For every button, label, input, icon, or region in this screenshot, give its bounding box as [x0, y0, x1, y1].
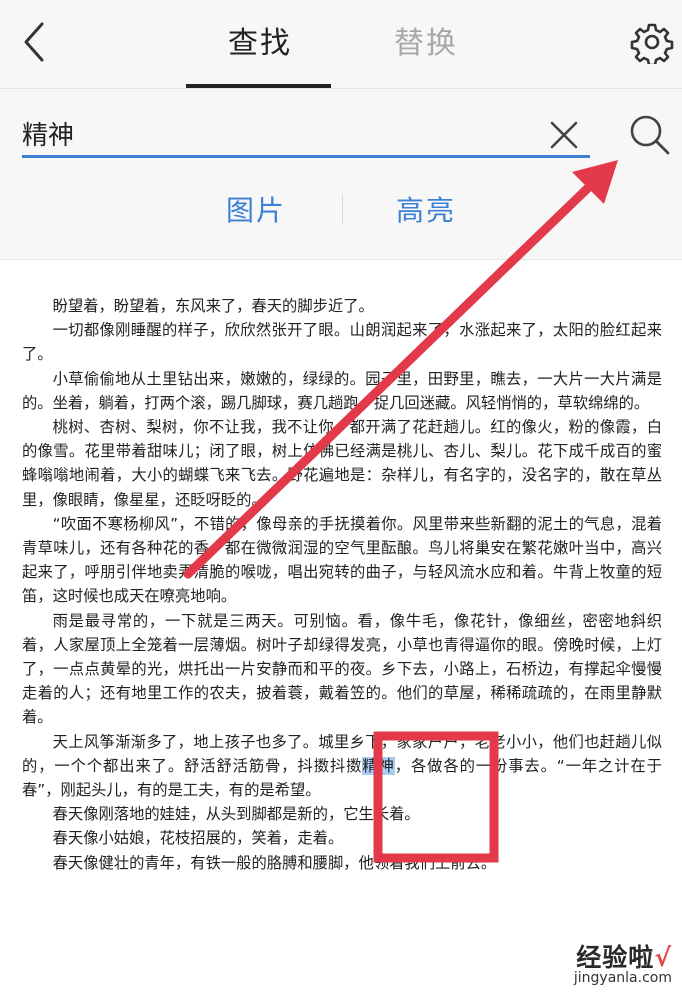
- active-tab-indicator: [186, 84, 331, 88]
- paragraph: 雨是最寻常的，一下就是三两天。可别恼。看，像牛毛，像花针，像细丝，密密地斜织着，…: [22, 611, 662, 727]
- gear-icon: [630, 23, 674, 67]
- search-input-underline: [22, 155, 590, 158]
- document-body: 盼望着，盼望着，东风来了，春天的脚步近了。 一切都像刚睡醒的样子，欣欣然张开了眼…: [22, 294, 662, 875]
- top-bar: 查找 替换: [0, 0, 682, 89]
- watermark-url: jingyanla.com: [573, 970, 672, 986]
- search-input[interactable]: [22, 111, 542, 155]
- search-match-highlight[interactable]: 精神: [362, 756, 395, 775]
- clear-button[interactable]: [546, 117, 582, 153]
- highlight-option-button[interactable]: 高亮: [396, 189, 456, 233]
- search-button[interactable]: [626, 111, 672, 157]
- option-divider: [342, 195, 343, 225]
- paragraph: 春天像小姑娘，花枝招展的，笑着，走着。: [52, 829, 344, 848]
- paragraph: 春天像健壮的青年，有铁一般的胳膊和腰脚，他领着我们上前去。: [52, 853, 497, 872]
- paragraph: 春天像刚落地的娃娃，从头到脚都是新的，它生长着。: [52, 805, 420, 824]
- search-panel: 图片 高亮: [0, 89, 682, 260]
- search-icon: [630, 115, 670, 155]
- paragraph: 盼望着，盼望着，东风来了，春天的脚步近了。: [52, 297, 374, 315]
- watermark: 经验啦√ jingyanla.com: [530, 938, 678, 990]
- chevron-left-icon: [24, 22, 44, 62]
- back-button[interactable]: [14, 18, 58, 66]
- paragraph: 小草偷偷地从土里钻出来，嫩嫩的，绿绿的。园子里，田野里，瞧去，一大片一大片满是的…: [22, 369, 662, 412]
- watermark-title-text: 经验啦: [576, 943, 655, 972]
- check-icon: √: [654, 943, 672, 972]
- watermark-title: 经验啦√: [576, 938, 672, 974]
- paragraph: “吹面不寒杨柳风”，不错的，像母亲的手抚摸着你。风里带来些新翻的泥土的气息，混着…: [22, 514, 662, 606]
- settings-button[interactable]: [630, 20, 674, 67]
- paragraph: 天上风筝渐渐多了，地上孩子也多了。城里乡下，家家户户，老老小小，他们也赶趟儿似的…: [22, 730, 662, 803]
- close-icon: [550, 121, 578, 149]
- tab-replace[interactable]: 替换: [394, 22, 458, 66]
- image-option-button[interactable]: 图片: [226, 189, 286, 233]
- paragraph: 一切都像刚睡醒的样子，欣欣然张开了眼。山朗润起来了，水涨起来了，太阳的脸红起来了…: [22, 321, 662, 364]
- tab-find[interactable]: 查找: [228, 22, 292, 66]
- paragraph: 桃树、杏树、梨树，你不让我，我不让你，都开满了花赶趟儿。红的像火，粉的像霞，白的…: [22, 418, 662, 509]
